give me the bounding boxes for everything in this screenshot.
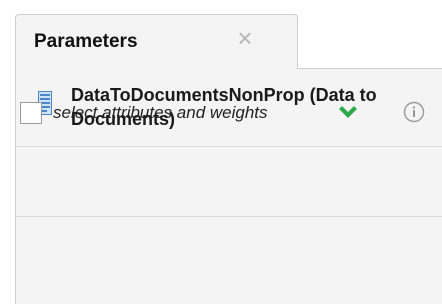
parameter-label[interactable]: select attributes and weights — [53, 103, 268, 123]
tab-parameters[interactable]: Parameters × — [15, 14, 298, 70]
divider — [16, 216, 442, 217]
tab-label: Parameters — [34, 31, 138, 52]
parameters-panel: Parameters × DataToDocumentsNonProp (Dat… — [0, 0, 442, 304]
info-icon[interactable] — [403, 101, 425, 123]
check-chevron-icon — [337, 103, 359, 121]
parameter-checkbox[interactable] — [20, 102, 42, 124]
close-icon[interactable]: × — [232, 25, 258, 51]
parameter-row — [16, 147, 442, 215]
